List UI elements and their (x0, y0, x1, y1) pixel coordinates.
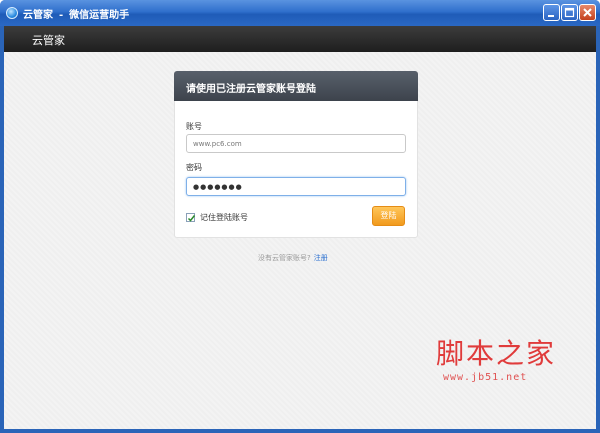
password-label: 密码 (186, 163, 202, 172)
app-logo-icon (6, 7, 18, 19)
login-card-header: 请使用已注册云管家账号登陆 (174, 71, 418, 101)
minimize-button[interactable] (543, 4, 560, 21)
register-prompt: 没有云管家账号? 注册 (258, 253, 328, 263)
window-title-subtitle: 微信运营助手 (69, 10, 130, 21)
app-header-bar: 云管家 (4, 26, 596, 52)
window-title: 云管家 - 微信运营助手 (23, 6, 129, 21)
account-input[interactable]: www.pc6.com (186, 134, 406, 153)
watermark-url: www.jb51.net (443, 372, 528, 383)
app-window: 云管家 - 微信运营助手 云管家 请使用已注册云管家账号登陆 账号 www.pc6.… (0, 0, 600, 433)
close-icon (583, 8, 592, 17)
close-button[interactable] (579, 4, 596, 21)
minimize-icon (548, 15, 554, 17)
checkmark-icon (187, 215, 196, 222)
window-title-separator: - (59, 10, 64, 21)
register-link[interactable]: 注册 (314, 254, 328, 262)
watermark-logo: 脚本之家 (436, 337, 557, 370)
login-heading: 请使用已注册云管家账号登陆 (186, 84, 316, 95)
window-title-app: 云管家 (23, 10, 53, 21)
maximize-icon (564, 7, 575, 18)
password-input[interactable]: ●●●●●●● (186, 177, 406, 196)
window-titlebar[interactable]: 云管家 - 微信运营助手 (0, 0, 600, 26)
remember-checkbox[interactable] (186, 213, 196, 222)
account-label: 账号 (186, 122, 202, 131)
remember-label[interactable]: 记住登陆账号 (200, 212, 248, 223)
login-button[interactable]: 登陆 (372, 206, 405, 226)
app-brand: 云管家 (32, 34, 65, 47)
maximize-button[interactable] (561, 4, 578, 21)
no-account-text: 没有云管家账号? (258, 254, 311, 262)
